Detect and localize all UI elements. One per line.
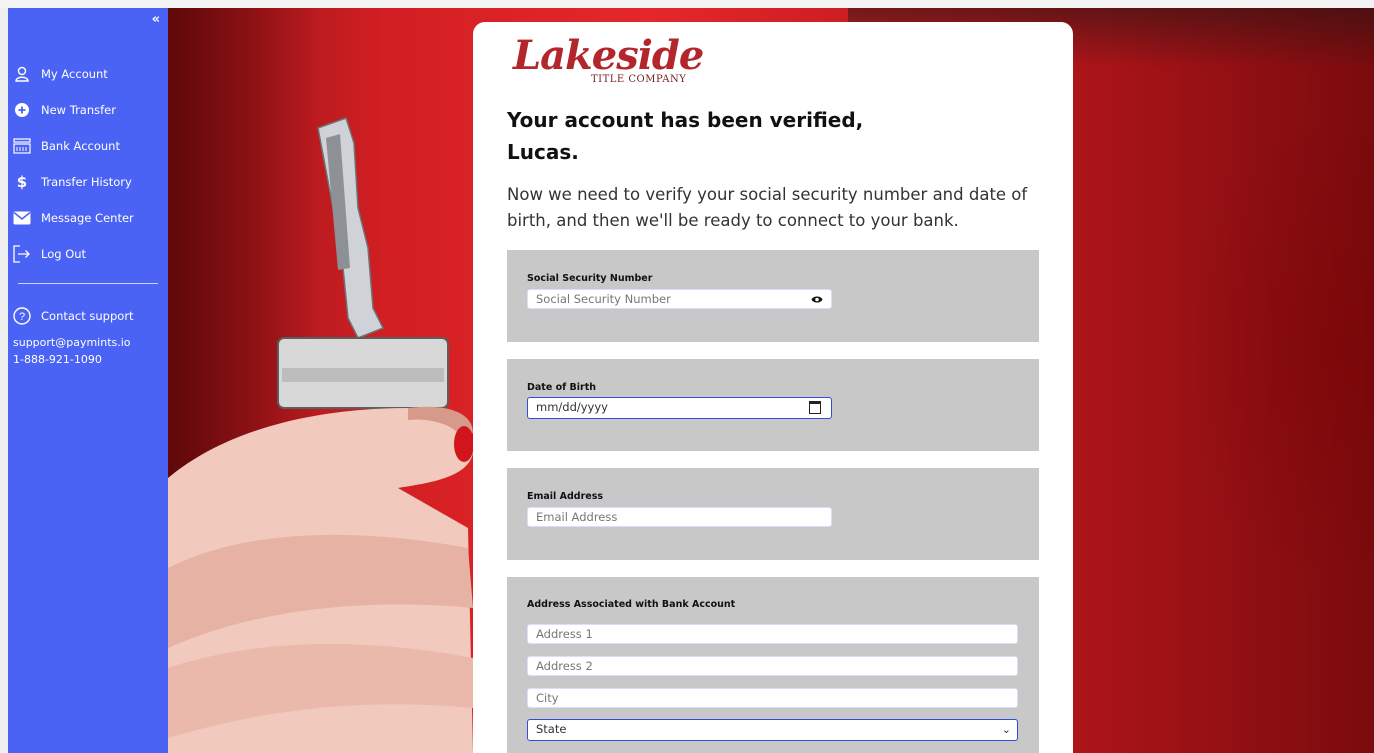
sidebar-item-label: Transfer History bbox=[41, 175, 132, 189]
hand-holding-key-image bbox=[168, 117, 474, 753]
chevron-down-icon: ⌄ bbox=[1001, 723, 1011, 736]
contact-support: ? Contact support support@paymints.io 1-… bbox=[13, 306, 134, 368]
dob-input[interactable]: mm/dd/yyyy bbox=[527, 397, 832, 419]
state-select[interactable]: State ⌄ bbox=[527, 719, 1018, 741]
sidebar-item-label: Bank Account bbox=[41, 139, 120, 153]
ssn-input[interactable]: Social Security Number bbox=[527, 289, 832, 309]
ssn-label: Social Security Number bbox=[527, 273, 653, 284]
company-logo: Lakeside TITLE COMPANY bbox=[513, 32, 704, 86]
ssn-section: Social Security Number Social Security N… bbox=[507, 250, 1039, 342]
email-section: Email Address Email Address bbox=[507, 468, 1039, 560]
address2-input[interactable]: Address 2 bbox=[527, 656, 1018, 676]
sidebar-item-my-account[interactable]: My Account bbox=[8, 56, 168, 92]
sidebar-item-message-center[interactable]: Message Center bbox=[8, 200, 168, 236]
sidebar-item-transfer-history[interactable]: $ Transfer History bbox=[8, 164, 168, 200]
sidebar-item-new-transfer[interactable]: New Transfer bbox=[8, 92, 168, 128]
sidebar-item-label: Log Out bbox=[41, 247, 87, 261]
page-title: Your account has been verified, Lucas. bbox=[507, 108, 864, 164]
question-circle-icon: ? bbox=[13, 307, 31, 325]
logo-subtitle: TITLE COMPANY bbox=[591, 74, 687, 85]
contact-support-label: Contact support bbox=[41, 309, 134, 323]
sidebar-item-bank-account[interactable]: Bank Account bbox=[8, 128, 168, 164]
instructions-text: Now we need to verify your social securi… bbox=[507, 185, 1028, 230]
dob-section: Date of Birth mm/dd/yyyy bbox=[507, 359, 1039, 451]
user-icon bbox=[13, 65, 31, 83]
email-input[interactable]: Email Address bbox=[527, 507, 832, 527]
svg-text:?: ? bbox=[19, 311, 25, 323]
verification-card: Lakeside TITLE COMPANY Your account has … bbox=[473, 22, 1073, 753]
calendar-icon[interactable] bbox=[809, 401, 821, 414]
sidebar-divider bbox=[18, 283, 158, 284]
mail-icon bbox=[13, 209, 31, 227]
bank-icon bbox=[13, 137, 31, 155]
sidebar-item-label: My Account bbox=[41, 67, 108, 81]
sidebar-item-label: Message Center bbox=[41, 211, 134, 225]
sidebar-item-label: New Transfer bbox=[41, 103, 116, 117]
contact-support-link[interactable]: ? Contact support bbox=[13, 306, 134, 326]
address-section: Address Associated with Bank Account Add… bbox=[507, 577, 1039, 753]
sidebar-nav: My Account New Transfer Bank Account $ T… bbox=[8, 56, 168, 272]
address1-input[interactable]: Address 1 bbox=[527, 624, 1018, 644]
address-label: Address Associated with Bank Account bbox=[527, 599, 736, 610]
sidebar: « My Account New Transfer Bank Account $… bbox=[8, 8, 168, 753]
collapse-sidebar-button[interactable]: « bbox=[152, 12, 160, 27]
support-email[interactable]: support@paymints.io bbox=[13, 334, 134, 351]
email-label: Email Address bbox=[527, 491, 604, 502]
sidebar-item-log-out[interactable]: Log Out bbox=[8, 236, 168, 272]
city-input[interactable]: City bbox=[527, 688, 1018, 708]
dob-label: Date of Birth bbox=[527, 382, 597, 393]
support-phone[interactable]: 1-888-921-1090 bbox=[13, 351, 134, 368]
top-strip bbox=[0, 0, 1374, 8]
plus-circle-icon bbox=[13, 101, 31, 119]
dollar-icon: $ bbox=[16, 173, 28, 191]
logo-wordmark: Lakeside bbox=[513, 32, 704, 79]
logout-icon bbox=[13, 245, 31, 263]
eye-icon[interactable] bbox=[811, 293, 823, 308]
